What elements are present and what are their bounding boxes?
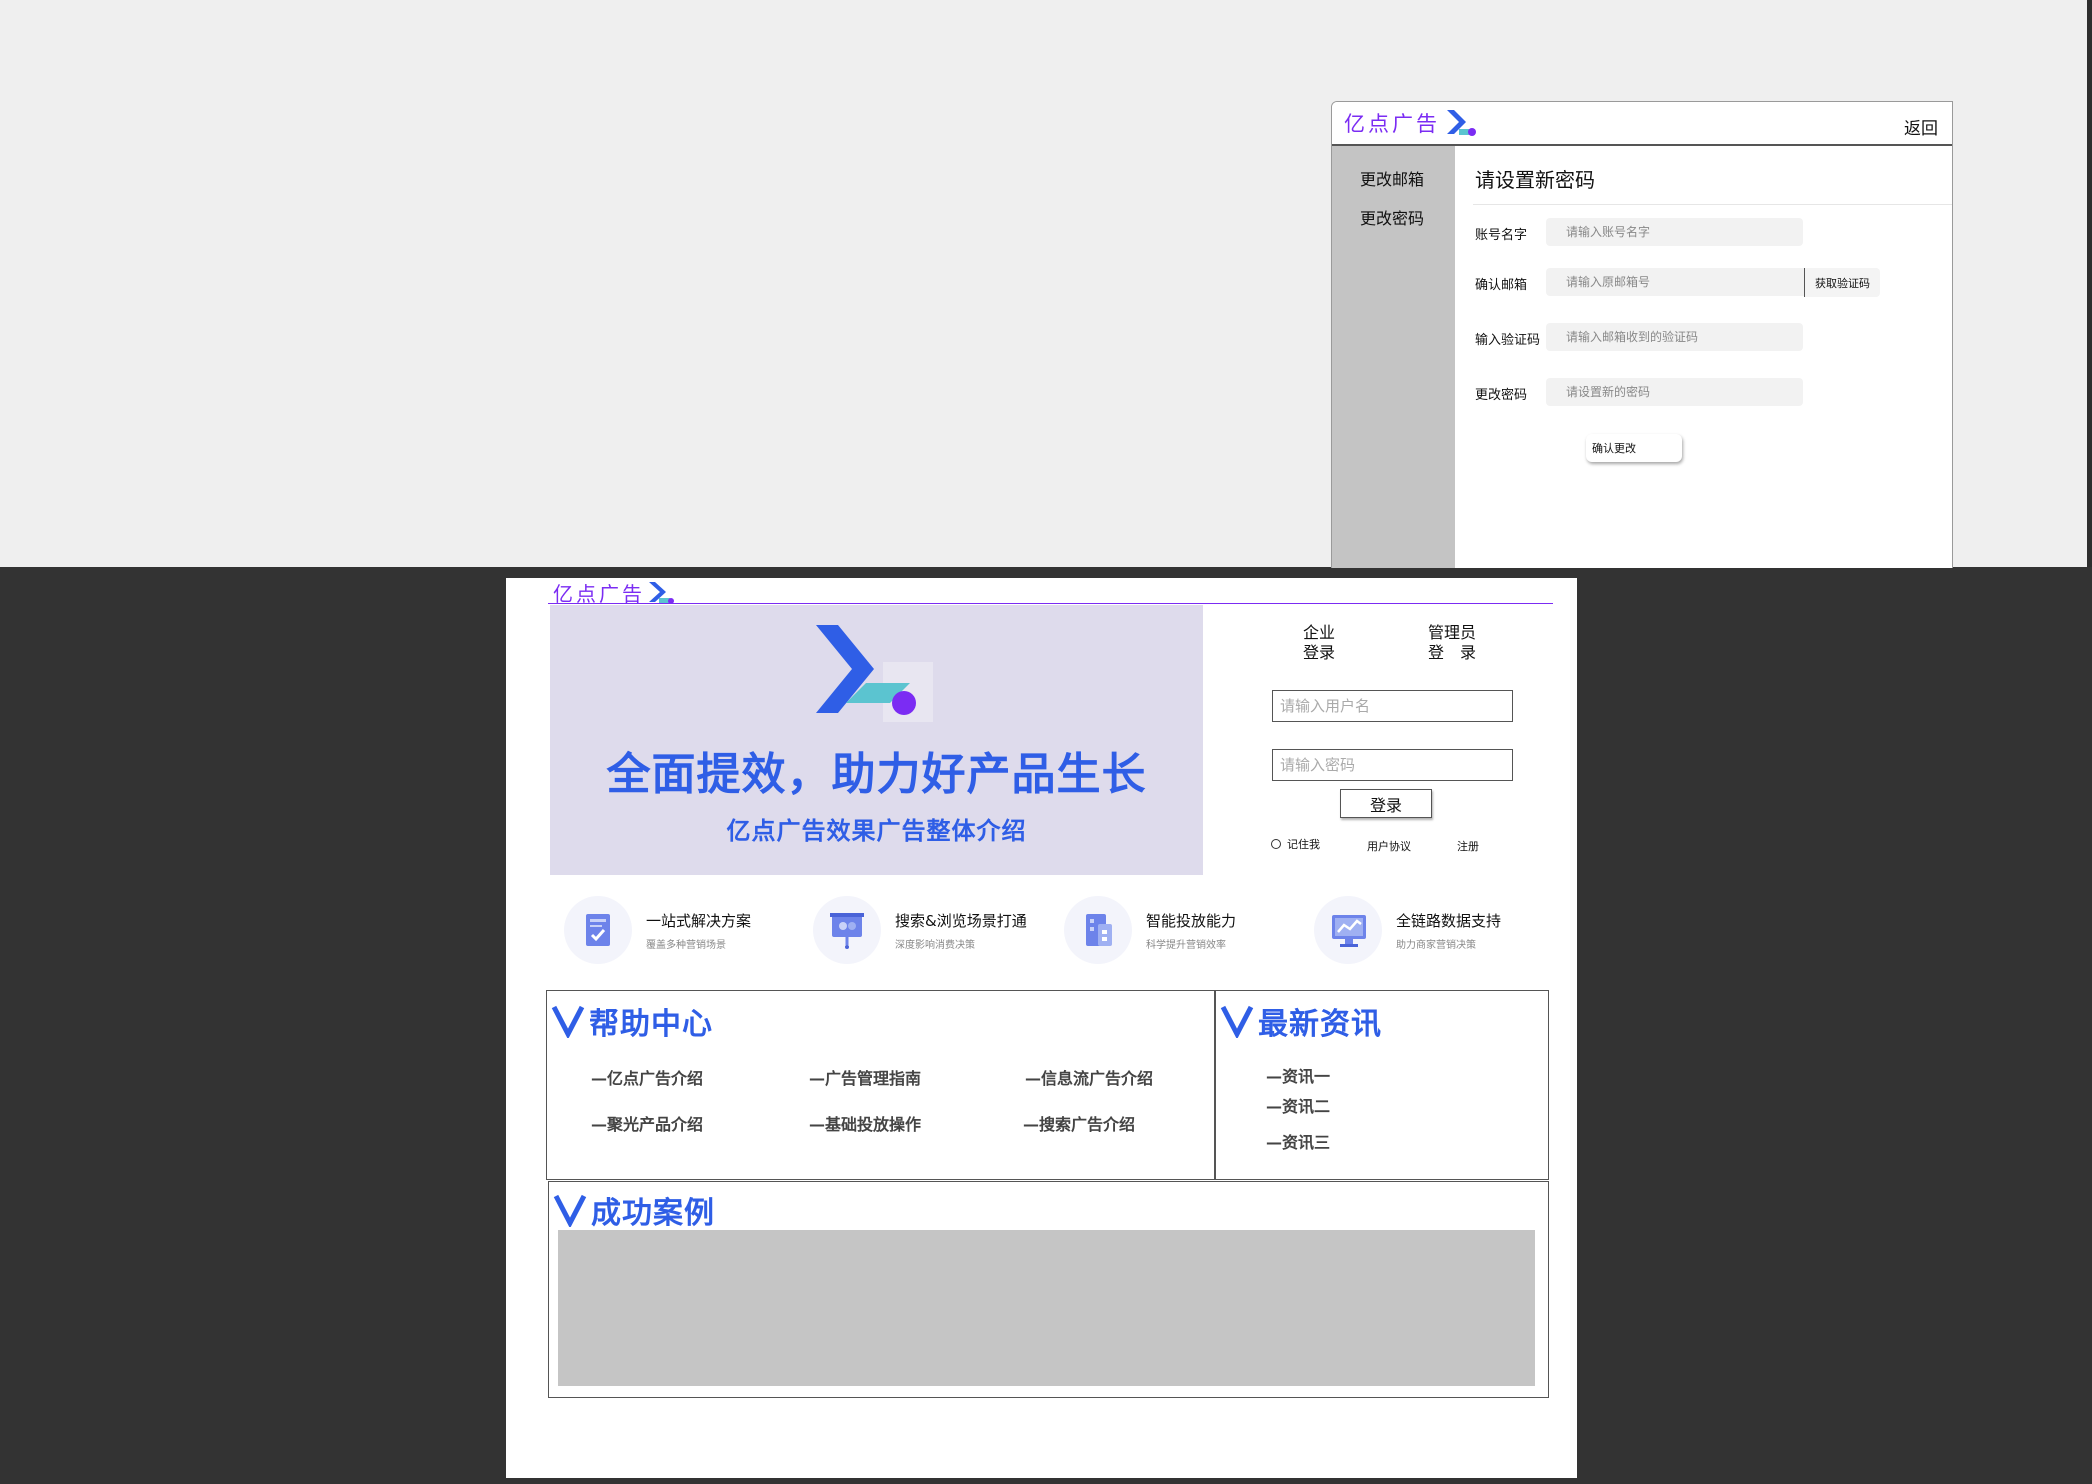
hero-banner: 全面提效，助力好产品生长 亿点广告效果广告整体介绍: [550, 605, 1203, 875]
settings-sidebar: 更改邮箱 更改密码: [1332, 146, 1455, 568]
sidebar-item-change-email[interactable]: 更改邮箱: [1360, 166, 1424, 190]
news-header: 最新资讯: [1220, 999, 1382, 1043]
login-button[interactable]: 登录: [1340, 789, 1432, 818]
news-section: 最新资讯 —资讯一 —资讯二 —资讯三: [1215, 990, 1549, 1180]
help-link-intro[interactable]: —亿点广告介绍: [591, 1065, 703, 1089]
building-grid-icon: [1086, 914, 1112, 946]
tab-enterprise-login[interactable]: 企业 登录: [1294, 623, 1344, 663]
new-password-label: 更改密码: [1475, 388, 1528, 403]
banner-subline: 亿点广告效果广告整体介绍: [726, 817, 1027, 845]
settings-form-panel: 请设置新密码 账号名字 确认邮箱 获取验证码 输入验证码 更改密码 确认更改: [1455, 146, 1952, 568]
account-name-label: 账号名字: [1475, 228, 1528, 243]
monitor-chart-icon: [1332, 915, 1366, 947]
brand-logo[interactable]: 亿点广告: [1344, 108, 1478, 138]
chevron-down-icon: [1220, 1005, 1254, 1038]
feature-title: 一站式解决方案: [646, 912, 752, 930]
help-center-title: 帮助中心: [589, 1007, 713, 1042]
banner-headline: 全面提效，助力好产品生长: [606, 749, 1147, 800]
user-agreement-link[interactable]: 用户协议: [1367, 838, 1411, 854]
news-item[interactable]: —资讯三: [1266, 1129, 1330, 1153]
feature-title: 智能投放能力: [1146, 912, 1237, 930]
title-divider: [1473, 204, 1952, 205]
banner-logo-icon: [816, 625, 916, 715]
password-input[interactable]: [1272, 749, 1513, 781]
tab-admin-line1: 管理员: [1427, 623, 1476, 642]
feature-search-browse: 搜索&浏览场景打通 深度影响消费决策: [813, 896, 1053, 966]
news-item[interactable]: —资讯二: [1266, 1093, 1330, 1117]
help-center-header: 帮助中心: [551, 999, 713, 1043]
help-link-spotlight[interactable]: —聚光产品介绍: [591, 1111, 703, 1135]
feature-smart-delivery: 智能投放能力 科学提升营销效率: [1064, 896, 1294, 966]
tab-admin-login[interactable]: 管理员 登 录: [1422, 623, 1482, 663]
feature-title: 全链路数据支持: [1396, 912, 1502, 930]
logo-mark-icon: [1444, 108, 1478, 138]
help-link-ad-guide[interactable]: —广告管理指南: [809, 1065, 921, 1089]
form-title: 请设置新密码: [1475, 168, 1595, 192]
remember-radio-icon[interactable]: [1271, 839, 1281, 849]
tab-enterprise-line1: 企业: [1302, 623, 1335, 642]
feature-title: 搜索&浏览场景打通: [895, 912, 1027, 930]
chevron-down-icon: [553, 1194, 587, 1227]
help-link-search-ads[interactable]: —搜索广告介绍: [1023, 1111, 1135, 1135]
home-page: 亿点广告 全面提效，助力好产品生长 亿点广告效果广告整体介绍 企业 登录 管理员…: [506, 578, 1577, 1478]
case-image-placeholder[interactable]: [558, 1230, 1535, 1386]
tab-admin-line2: 登 录: [1427, 643, 1476, 662]
register-link[interactable]: 注册: [1457, 838, 1479, 854]
feature-full-chain-data: 全链路数据支持 助力商家营销决策: [1314, 896, 1554, 966]
help-link-feed-ads[interactable]: —信息流广告介绍: [1025, 1065, 1153, 1089]
feature-desc: 深度影响消费决策: [895, 940, 975, 951]
feature-one-stop-solution: 一站式解决方案 覆盖多种营销场景: [564, 896, 794, 966]
remember-label: 记住我: [1287, 838, 1320, 851]
news-title: 最新资讯: [1258, 1007, 1382, 1042]
confirm-change-button[interactable]: 确认更改: [1586, 434, 1682, 462]
chevron-down-icon: [551, 1005, 585, 1038]
document-check-icon: [586, 914, 610, 946]
settings-header: 亿点广告 返回: [1332, 102, 1952, 146]
remember-me-toggle[interactable]: 记住我: [1271, 836, 1320, 852]
sidebar-item-change-password[interactable]: 更改密码: [1360, 205, 1424, 229]
username-input[interactable]: [1272, 690, 1513, 722]
header-divider: [548, 603, 1553, 604]
success-cases-header: 成功案例: [553, 1188, 715, 1232]
get-code-button[interactable]: 获取验证码: [1804, 268, 1880, 297]
home-logo-mark-icon: [647, 580, 677, 606]
presentation-board-icon: [830, 913, 864, 949]
help-link-basic-ops[interactable]: —基础投放操作: [809, 1111, 921, 1135]
feature-desc: 助力商家营销决策: [1396, 940, 1476, 951]
news-item[interactable]: —资讯一: [1266, 1063, 1330, 1087]
feature-desc: 科学提升营销效率: [1146, 940, 1226, 951]
canvas-edge: [2087, 0, 2092, 567]
verification-code-input[interactable]: [1546, 323, 1803, 351]
success-cases-section: 成功案例: [548, 1181, 1549, 1398]
success-cases-title: 成功案例: [591, 1196, 715, 1231]
account-name-input[interactable]: [1546, 218, 1803, 246]
verification-code-label: 输入验证码: [1475, 333, 1541, 348]
account-settings-window: 亿点广告 返回 更改邮箱 更改密码 请设置新密码 账号名字 确认邮箱 获取验证码…: [1331, 101, 1953, 568]
new-password-input[interactable]: [1546, 378, 1803, 406]
feature-desc: 覆盖多种营销场景: [646, 940, 726, 951]
tab-enterprise-line2: 登录: [1302, 643, 1335, 662]
back-link[interactable]: 返回: [1904, 114, 1938, 139]
confirm-email-input[interactable]: [1546, 268, 1804, 296]
confirm-email-label: 确认邮箱: [1475, 278, 1528, 293]
help-center-section: 帮助中心 —亿点广告介绍 —广告管理指南 —信息流广告介绍 —聚光产品介绍 —基…: [546, 990, 1215, 1180]
logo-text: 亿点广告: [1344, 112, 1440, 136]
